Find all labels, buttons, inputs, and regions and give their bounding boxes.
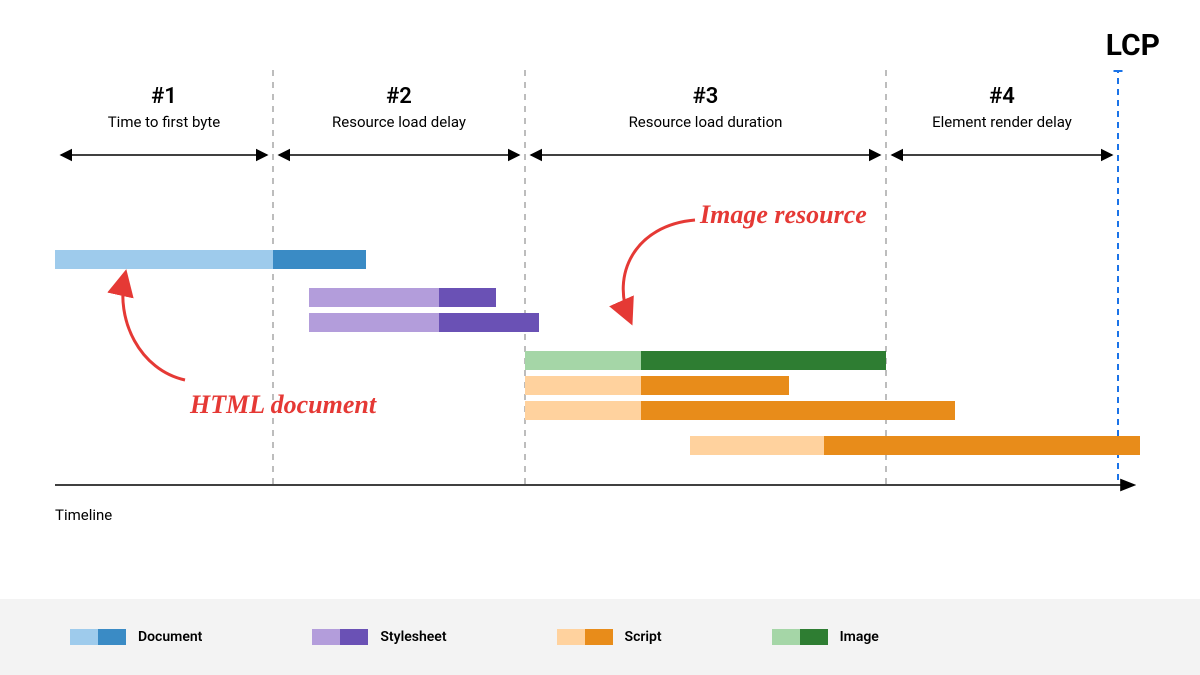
swatch-script-icon	[557, 629, 613, 645]
chart-area: #1 Time to first byte #2 Resource load d…	[55, 70, 1140, 495]
bar-stylesheet-2	[309, 313, 539, 332]
legend-document-label: Document	[138, 629, 202, 645]
bar-script-3	[690, 436, 1140, 455]
bar-script-1	[525, 376, 789, 395]
annotation-image-resource: Image resource	[700, 200, 867, 230]
legend-script-label: Script	[625, 629, 662, 645]
swatch-stylesheet-icon	[312, 629, 368, 645]
phase-1-caption: Time to first byte	[55, 113, 273, 131]
bar-document	[55, 250, 366, 269]
bar-script-2	[525, 401, 955, 420]
swatch-document-icon	[70, 629, 126, 645]
phase-2-caption: Resource load delay	[273, 113, 525, 131]
phase-1-number: #1	[55, 84, 273, 109]
lcp-marker-label: LCP	[1106, 28, 1160, 63]
phase-3-number: #3	[525, 84, 886, 109]
phase-4-label: #4 Element render delay	[886, 84, 1118, 131]
phase-2-number: #2	[273, 84, 525, 109]
phase-2-label: #2 Resource load delay	[273, 84, 525, 131]
legend-stylesheet-label: Stylesheet	[380, 629, 446, 645]
chart-svg	[55, 70, 1140, 495]
swatch-image-icon	[772, 629, 828, 645]
bar-stylesheet-1	[309, 288, 496, 307]
legend-script: Script	[557, 629, 662, 645]
timeline-axis-label: Timeline	[55, 506, 112, 524]
bar-image	[525, 351, 886, 370]
legend-image: Image	[772, 629, 879, 645]
annotation-html-document: HTML document	[190, 390, 376, 420]
legend-stylesheet: Stylesheet	[312, 629, 446, 645]
phase-1-label: #1 Time to first byte	[55, 84, 273, 131]
legend-image-label: Image	[840, 629, 879, 645]
phase-4-number: #4	[886, 84, 1118, 109]
legend-document: Document	[70, 629, 202, 645]
legend: Document Stylesheet Script Image	[0, 599, 1200, 675]
phase-3-caption: Resource load duration	[525, 113, 886, 131]
phase-3-label: #3 Resource load duration	[525, 84, 886, 131]
phase-4-caption: Element render delay	[886, 113, 1118, 131]
